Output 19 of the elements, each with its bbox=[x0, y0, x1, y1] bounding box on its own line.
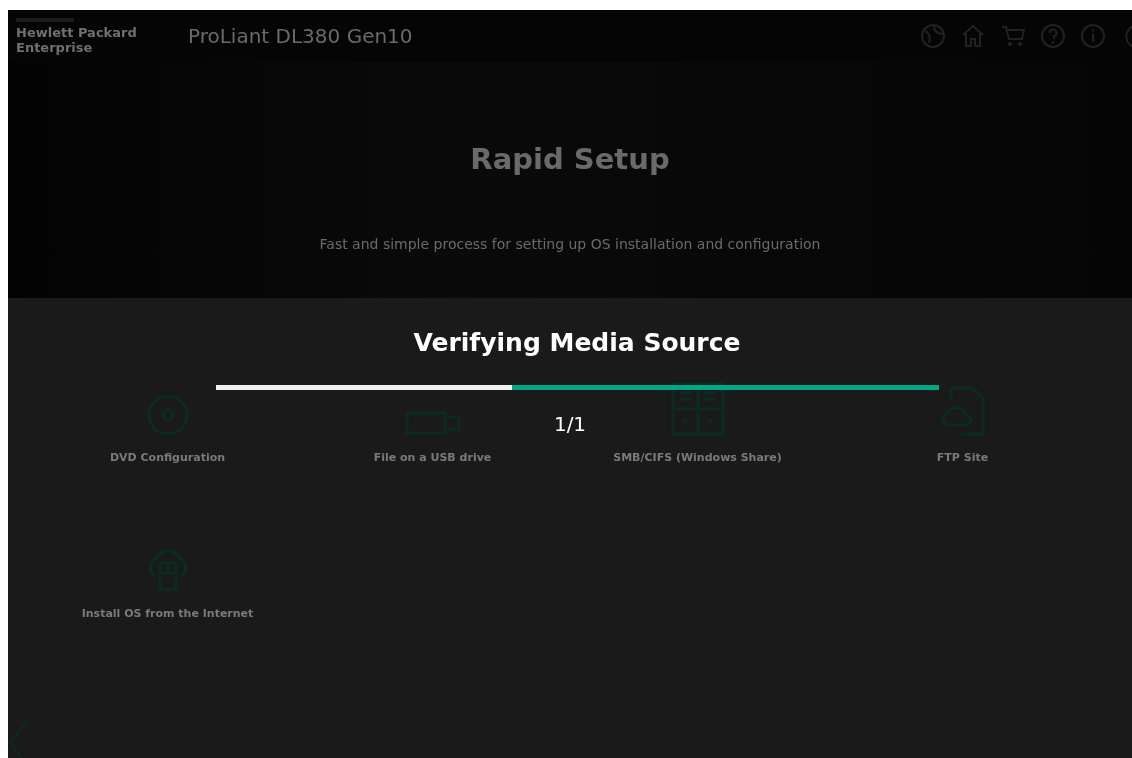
info-icon[interactable] bbox=[1080, 23, 1106, 49]
option-label[interactable]: DVD Configuration bbox=[109, 451, 226, 464]
page-title: Rapid Setup bbox=[470, 142, 670, 176]
brand-name: Hewlett Packard Enterprise bbox=[16, 24, 138, 55]
page-subtitle: Fast and simple process for setting up OS installation and configuration bbox=[319, 236, 821, 252]
option-label[interactable]: File on a USB drive bbox=[373, 451, 492, 464]
folders-icon[interactable] bbox=[669, 381, 726, 437]
globe-icon[interactable] bbox=[920, 23, 946, 49]
help-icon[interactable] bbox=[1040, 23, 1066, 49]
home-icon[interactable] bbox=[960, 23, 986, 49]
dialog-title: Verifying Media Source bbox=[413, 328, 741, 357]
file-cloud-icon[interactable] bbox=[940, 385, 985, 437]
cart-icon[interactable] bbox=[1000, 23, 1026, 49]
product-name: ProLiant DL380 Gen10 bbox=[188, 24, 414, 48]
back-chevron-icon[interactable] bbox=[8, 718, 30, 758]
option-label[interactable]: FTP Site bbox=[936, 451, 989, 464]
progress-count: 1/1 bbox=[553, 412, 587, 436]
option-label[interactable]: Install OS from the Internet bbox=[81, 607, 254, 620]
option-label[interactable]: SMB/CIFS (Windows Share) bbox=[613, 451, 782, 464]
